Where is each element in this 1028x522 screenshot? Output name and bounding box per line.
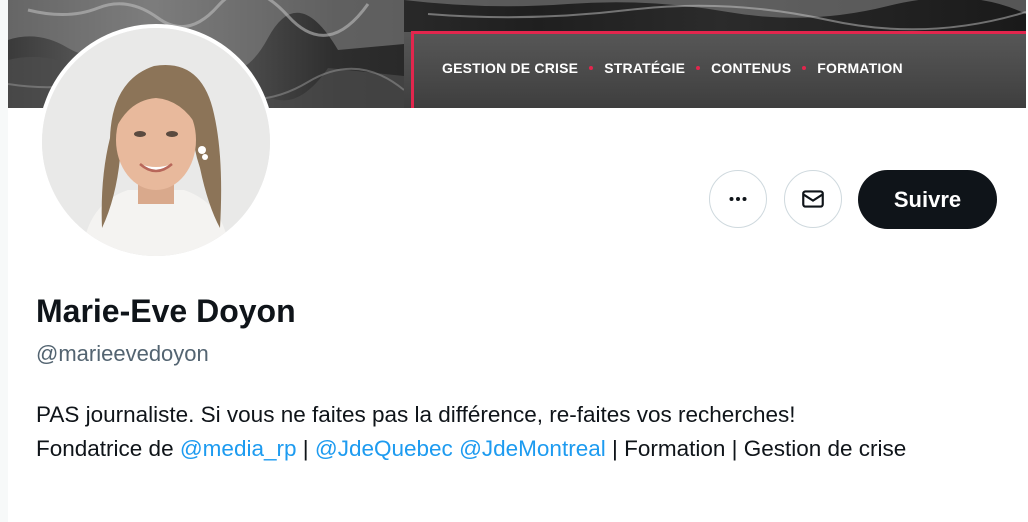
message-button[interactable] <box>784 170 842 228</box>
profile-bio: PAS journaliste. Si vous ne faites pas l… <box>36 398 996 466</box>
mention-link-jdequebec[interactable]: @JdeQuebec <box>315 436 453 461</box>
bio-text: Fondatrice de <box>36 436 180 461</box>
banner-accent-line <box>411 31 1026 34</box>
mention-link-media-rp[interactable]: @media_rp <box>180 436 297 461</box>
dot-separator-icon <box>802 66 807 70</box>
dot-separator-icon <box>696 66 701 70</box>
avatar[interactable] <box>38 24 274 260</box>
avatar-photo <box>42 28 270 256</box>
bio-text-suffix: | Formation | Gestion de crise <box>605 436 907 461</box>
banner-accent-line-vertical <box>411 31 414 108</box>
banner-item-contenus: CONTENUS <box>711 60 792 76</box>
bio-line: PAS journaliste. Si vous ne faites pas l… <box>36 402 796 427</box>
bio-separator: | <box>296 436 315 461</box>
banner-services: GESTION DE CRISE STRATÉGIE CONTENUS FORM… <box>442 57 903 79</box>
banner-item-strategie: STRATÉGIE <box>604 60 686 76</box>
banner-item-gestion-de-crise: GESTION DE CRISE <box>442 60 579 76</box>
follow-button[interactable]: Suivre <box>858 170 997 229</box>
mention-link-jdemontreal[interactable]: @JdeMontreal <box>459 436 606 461</box>
dot-separator-icon <box>589 66 594 70</box>
more-options-button[interactable] <box>709 170 767 228</box>
left-gutter <box>0 0 8 522</box>
user-handle: @marieevedoyon <box>36 341 209 366</box>
banner-item-formation: FORMATION <box>817 60 903 76</box>
display-name: Marie-Eve Doyon <box>36 293 296 329</box>
profile-page: GESTION DE CRISE STRATÉGIE CONTENUS FORM… <box>0 0 1028 522</box>
more-horizontal-icon <box>729 197 747 201</box>
envelope-icon <box>802 190 824 208</box>
